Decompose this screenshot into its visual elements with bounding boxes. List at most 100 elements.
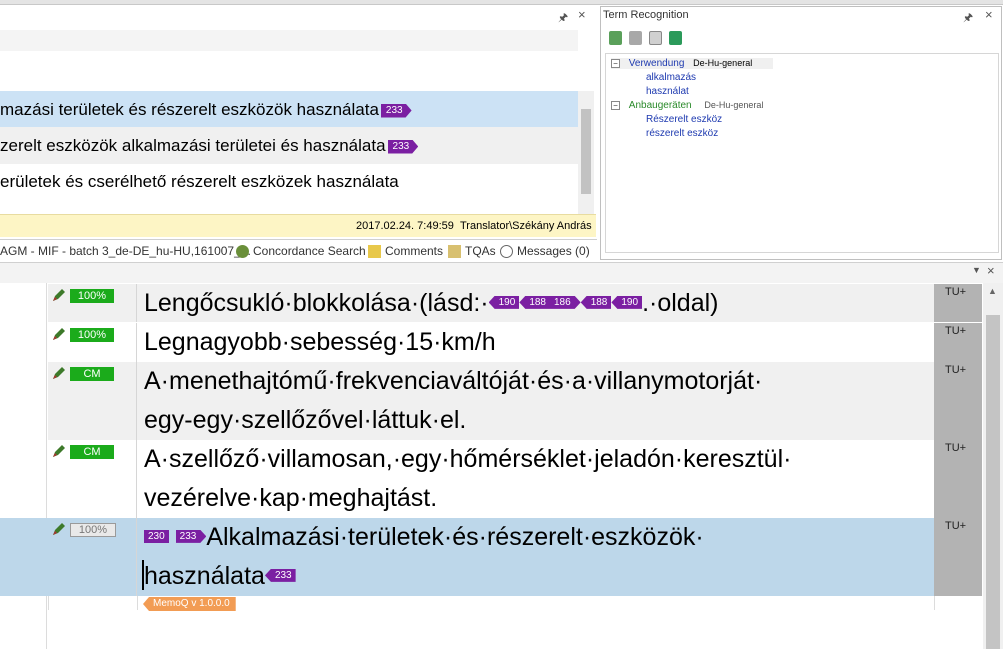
term-entry[interactable]: − Anbaugeräten De-Hu-general: [611, 100, 763, 111]
collapse-icon[interactable]: −: [611, 59, 620, 68]
match-date: 2017.02.24. 7:49:59: [356, 220, 454, 232]
scrollbar-thumb[interactable]: [581, 109, 591, 194]
segment-text: Lengőcsukló·blokkolása·(lásd:·: [144, 289, 489, 317]
term-db: De-Hu-general: [704, 100, 764, 110]
segment-row[interactable]: 100% Lengőcsukló·blokkolása·(lásd:· 190 18…: [48, 284, 934, 322]
text-cursor: [142, 560, 144, 590]
segment-row-active[interactable]: 100% 230 233 Alkalmazási·területek·és·rés…: [48, 518, 934, 596]
tab-messages[interactable]: Messages (0): [500, 240, 590, 262]
segment-row[interactable]: 100% Legnagyobb·sebesség·15·km/h: [48, 323, 934, 362]
message-icon: [500, 245, 513, 259]
status-cell: 100%: [48, 284, 137, 322]
match-badge: 100%: [70, 328, 114, 342]
inline-tag[interactable]: 190: [488, 295, 520, 309]
tu-label: TU+: [945, 325, 967, 337]
bottom-tab-bar: AGM - MIF - batch 3_de-DE_hu-HU,161007_.…: [0, 240, 597, 262]
tu-status-cell: TU+: [934, 362, 982, 440]
inline-tag[interactable]: 230: [144, 529, 169, 543]
tm-match-info-bar: 2017.02.24. 7:49:59 Translator\Székány A…: [0, 214, 596, 237]
lookup-icon[interactable]: [609, 31, 622, 45]
inline-tag[interactable]: 188: [519, 295, 550, 309]
status-cell: 100%: [48, 323, 137, 362]
segment-row[interactable]: CM A·menethajtómű·frekvenciaváltóját·és·…: [48, 362, 934, 440]
tu-label: TU+: [945, 442, 967, 454]
close-icon[interactable]: ×: [987, 263, 995, 278]
tab-project[interactable]: AGM - MIF - batch 3_de-DE_hu-HU,161007_.…: [0, 240, 251, 262]
inline-tag[interactable]: 186: [550, 296, 581, 309]
term-translation[interactable]: használat: [646, 86, 689, 97]
inline-tag[interactable]: 233: [264, 568, 296, 582]
status-cell: 100%: [48, 518, 137, 596]
scrollbar-thumb[interactable]: [986, 315, 1000, 649]
tm-tag: 233: [388, 140, 419, 154]
tm-match-text: mazási területek és részerelt eszközök h…: [0, 100, 379, 119]
tab-label: Concordance Search: [253, 244, 366, 258]
term-source: Anbaugeräten: [628, 100, 692, 111]
translation-results-header: 🖈 ×: [0, 6, 597, 26]
segment-text: egy-egy·szellőzővel·láttuk·el.: [144, 406, 467, 434]
pin-icon[interactable]: 🖈: [558, 9, 568, 28]
tm-match-row[interactable]: zerelt eszközök alkalmazási területei és…: [0, 127, 578, 164]
tab-concordance[interactable]: Concordance Search: [236, 240, 366, 262]
tm-tag: 233: [381, 104, 412, 118]
edit-pencil-icon: [51, 521, 67, 537]
tab-tqas[interactable]: TQAs: [448, 240, 496, 262]
results-scrollbar[interactable]: [578, 91, 594, 219]
memoq-version-label: MemoQ v 1.0.0.0: [143, 597, 236, 611]
edit-pencil-icon: [51, 326, 67, 342]
target-segment[interactable]: A·menethajtómű·frekvenciaváltóját·és·a·v…: [144, 362, 934, 440]
tu-status-cell: TU+: [934, 323, 982, 362]
term-translation[interactable]: Részerelt eszköz: [646, 114, 722, 125]
tm-match-text: zerelt eszközök alkalmazási területei és…: [0, 136, 386, 155]
tab-label: Comments: [385, 244, 444, 258]
segment-text: vezérelve·kap·meghajtást.: [144, 484, 438, 512]
tm-match-row[interactable]: erületek és cserélhető részerelt eszköze…: [0, 163, 578, 200]
term-db: De-Hu-general: [693, 58, 753, 68]
insert-icon[interactable]: [629, 31, 642, 45]
match-badge: CM: [70, 367, 114, 381]
inline-tag[interactable]: 190: [611, 295, 643, 309]
term-toolbar: [609, 31, 689, 50]
inline-tag[interactable]: 233: [176, 530, 207, 543]
dropdown-icon[interactable]: ▼: [972, 265, 981, 275]
inline-tag[interactable]: 188: [580, 295, 612, 309]
tu-status-cell: TU+: [934, 518, 982, 596]
segment-text: Legnagyobb·sebesség·15·km/h: [144, 328, 496, 356]
scroll-up-icon[interactable]: ▲: [988, 286, 997, 296]
tqa-icon: [448, 245, 461, 259]
target-segment[interactable]: Legnagyobb·sebesség·15·km/h: [144, 323, 934, 362]
tu-label: TU+: [945, 286, 967, 298]
target-segment[interactable]: Lengőcsukló·blokkolása·(lásd:· 190 188 186 1…: [144, 284, 934, 323]
results-toolbar-strip: [0, 30, 578, 51]
match-badge: 100%: [70, 289, 114, 303]
segment-text: használata: [144, 562, 265, 590]
close-icon[interactable]: ×: [985, 7, 993, 22]
term-tree: − Verwendung De-Hu-general alkalmazás ha…: [605, 53, 999, 253]
target-segment[interactable]: A·szellőző·villamosan,·egy·hőmérséklet·j…: [144, 440, 934, 518]
tm-match-row[interactable]: mazási területek és részerelt eszközök h…: [0, 91, 578, 128]
tab-comments[interactable]: Comments: [368, 240, 443, 262]
comment-icon: [368, 245, 381, 259]
pin-icon[interactable]: 🖈: [963, 9, 973, 28]
term-translation[interactable]: alkalmazás: [646, 72, 696, 83]
term-entry[interactable]: − Verwendung De-Hu-general: [611, 58, 773, 69]
edit-pencil-icon: [51, 443, 67, 459]
match-badge: CM: [70, 445, 114, 459]
target-segment[interactable]: 230 233 Alkalmazási·területek·és·részerel…: [144, 518, 934, 596]
status-cell: CM: [48, 440, 137, 518]
segment-row[interactable]: CM A·szellőző·villamosan,·egy·hőmérsékle…: [48, 440, 934, 518]
grid-line: [934, 596, 935, 610]
concordance-icon: [236, 245, 249, 259]
grid-scrollbar[interactable]: ▲: [983, 283, 1003, 649]
edit-pencil-icon: [51, 287, 67, 303]
list-icon[interactable]: [649, 31, 662, 45]
tm-match-text: erületek és cserélhető részerelt eszköze…: [0, 172, 399, 191]
term-translation[interactable]: részerelt eszköz: [646, 128, 718, 139]
term-recognition-pane: Term Recognition 🖈 × − Verwendung De-Hu-…: [600, 6, 1002, 260]
termbase-icon[interactable]: [669, 31, 682, 45]
close-icon[interactable]: ×: [578, 7, 586, 22]
collapse-icon[interactable]: −: [611, 101, 620, 110]
match-badge: 100%: [70, 523, 116, 537]
match-user: Translator\Székány András: [460, 220, 592, 232]
term-recognition-title: Term Recognition: [603, 9, 689, 21]
